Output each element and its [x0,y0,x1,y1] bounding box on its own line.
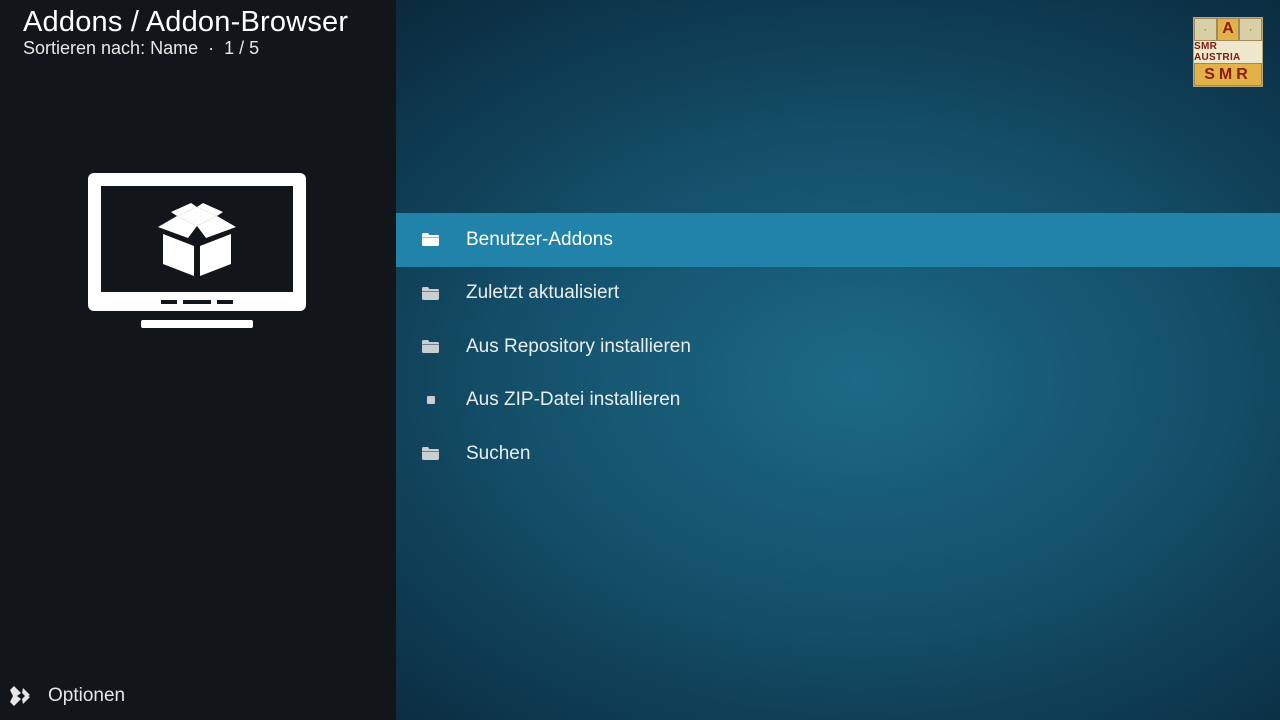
folder-icon [422,340,439,354]
logo-middle-text: SMR AUSTRIA [1194,40,1262,64]
menu-item-label: Aus ZIP-Datei installieren [466,389,681,411]
logo-smr-letters: SMR [1194,63,1262,87]
menu-item-aus-repository[interactable]: Aus Repository installieren [396,320,1280,374]
page-title: Addons / Addon-Browser [23,6,349,38]
menu-item-benutzer-addons[interactable]: Benutzer-Addons [396,213,1280,267]
addon-menu-list: Benutzer-Addons Zuletzt aktualisiert Aus… [396,213,1280,481]
options-icon [10,686,30,706]
menu-item-label: Zuletzt aktualisiert [466,282,620,304]
options-label: Optionen [48,685,126,706]
folder-icon [422,286,439,300]
smr-austria-logo: ▪ A ▪ SMR AUSTRIA SMR [1193,17,1263,87]
addon-box-monitor-icon [88,173,306,328]
menu-item-suchen[interactable]: Suchen [396,427,1280,481]
menu-item-zuletzt-aktualisiert[interactable]: Zuletzt aktualisiert [396,267,1280,321]
left-info-panel: Addons / Addon-Browser Sortieren nach: N… [0,0,396,720]
separator-dot: · [208,38,215,58]
menu-item-aus-zip-datei[interactable]: Aus ZIP-Datei installieren [396,374,1280,428]
item-position: 1 / 5 [224,38,260,58]
file-icon [422,393,439,407]
options-button[interactable]: Optionen [8,682,125,710]
menu-item-label: Aus Repository installieren [466,335,691,357]
sort-label: Sortieren nach: Name [23,38,199,58]
folder-icon [422,447,439,461]
menu-item-label: Benutzer-Addons [466,228,613,250]
folder-icon [422,233,439,247]
sort-info: Sortieren nach: Name · 1 / 5 [23,37,259,59]
addon-browser-screen: Addons / Addon-Browser Sortieren nach: N… [0,0,1280,720]
menu-item-label: Suchen [466,442,531,464]
logo-letter-a: A [1216,18,1240,41]
